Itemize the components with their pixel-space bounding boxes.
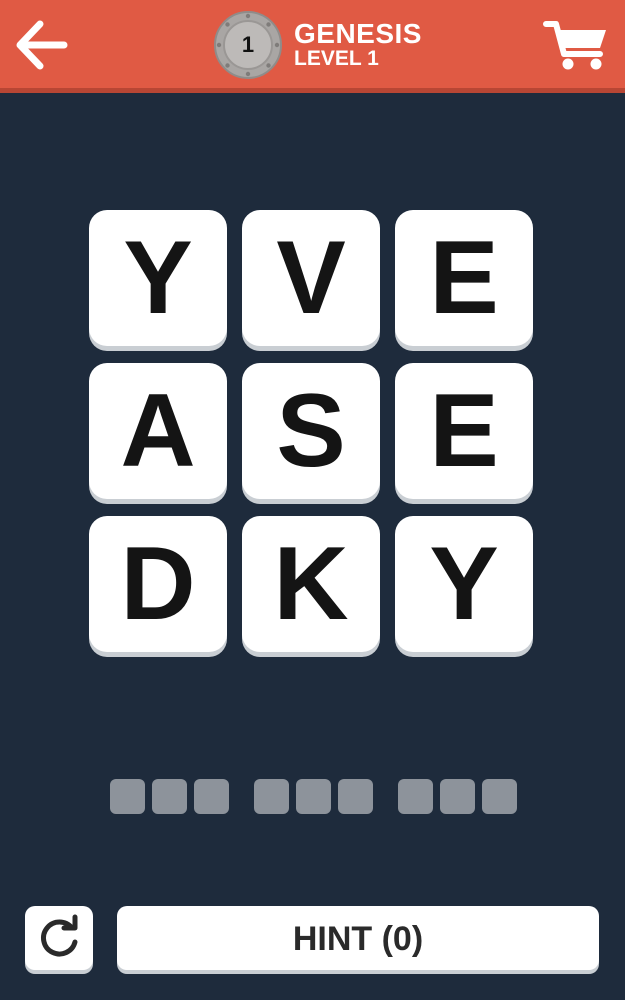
refresh-icon	[41, 914, 78, 957]
answer-slot[interactable]	[194, 779, 229, 814]
letter-tile[interactable]: E	[395, 210, 533, 346]
letter-tile[interactable]: D	[89, 516, 227, 652]
letter-tile[interactable]: Y	[395, 516, 533, 652]
arrow-left-icon	[16, 20, 68, 70]
letter-tile[interactable]: V	[242, 210, 380, 346]
answer-slot[interactable]	[338, 779, 373, 814]
level-subtitle: LEVEL 1	[294, 47, 379, 70]
answer-slot[interactable]	[398, 779, 433, 814]
back-button[interactable]	[10, 14, 74, 76]
letter-tile[interactable]: E	[395, 363, 533, 499]
letter-tile[interactable]: A	[89, 363, 227, 499]
answer-slot[interactable]	[254, 779, 289, 814]
level-title: GENESIS LEVEL 1	[294, 18, 422, 70]
answer-slots	[0, 779, 625, 815]
reset-button[interactable]	[25, 906, 93, 970]
letter-tile[interactable]: K	[242, 516, 380, 652]
answer-slot[interactable]	[152, 779, 187, 814]
letter-tile[interactable]: S	[242, 363, 380, 499]
letter-grid: Y V E A S E D K Y	[89, 210, 537, 656]
hint-button[interactable]: HINT (0)	[117, 906, 599, 970]
shop-button[interactable]	[540, 14, 614, 76]
answer-slot[interactable]	[296, 779, 331, 814]
answer-slot[interactable]	[110, 779, 145, 814]
letter-tile[interactable]: Y	[89, 210, 227, 346]
answer-slot[interactable]	[440, 779, 475, 814]
pack-title: GENESIS	[294, 18, 422, 49]
level-number: 1	[241, 32, 255, 57]
answer-slot[interactable]	[482, 779, 517, 814]
top-bar: 1 GENESIS LEVEL 1	[0, 0, 625, 93]
shopping-cart-icon	[543, 21, 606, 70]
